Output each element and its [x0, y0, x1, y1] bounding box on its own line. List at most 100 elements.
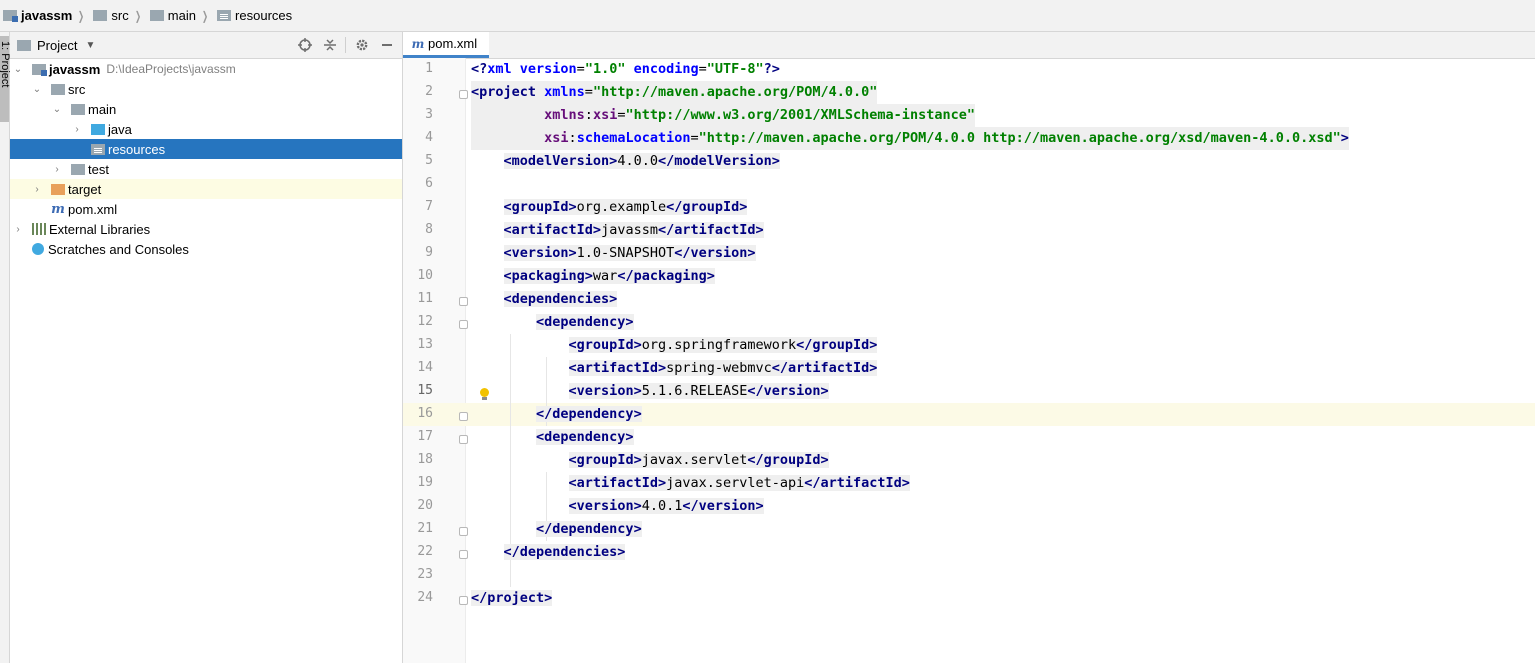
scratches-icon	[32, 243, 44, 255]
chevron-right-icon: ❯	[78, 8, 85, 23]
line-number: 24	[417, 590, 433, 605]
code-line-18: <groupId>javax.servlet</groupId>	[568, 452, 829, 468]
tree-item-javassm[interactable]: ⌄ javassm D:\IdeaProjects\javassm	[10, 59, 402, 79]
maven-file-icon: m	[411, 36, 425, 51]
line-number: 23	[417, 567, 433, 582]
tree-item-java[interactable]: › java	[10, 119, 402, 139]
locate-icon[interactable]	[296, 36, 314, 54]
line-number: 8	[425, 222, 433, 237]
folder-icon	[93, 10, 108, 21]
line-number: 20	[417, 498, 433, 513]
line-number: 10	[417, 268, 433, 283]
gear-icon[interactable]	[353, 36, 371, 54]
breadcrumb-src[interactable]: src	[90, 8, 129, 23]
tree-item-external-libraries[interactable]: › External Libraries	[10, 219, 402, 239]
line-number: 5	[425, 153, 433, 168]
tree-item-scratches[interactable]: Scratches and Consoles	[10, 239, 402, 259]
line-number: 12	[417, 314, 433, 329]
chevron-down-icon[interactable]: ⌄	[32, 84, 42, 95]
code-line-1: <?xml version="1.0" encoding="UTF-8"?>	[471, 61, 780, 77]
code-line-7: <groupId>org.example</groupId>	[503, 199, 748, 215]
fold-marker-icon[interactable]	[459, 596, 468, 605]
tree-item-pom-xml[interactable]: m pom.xml	[10, 199, 402, 219]
fold-marker-icon[interactable]	[459, 435, 468, 444]
code-line-22: </dependencies>	[503, 544, 626, 560]
chevron-right-icon[interactable]: ›	[13, 224, 23, 235]
collapse-all-icon[interactable]	[321, 36, 339, 54]
project-view-selector[interactable]: Project	[37, 38, 77, 53]
code-line-21: </dependency>	[536, 521, 642, 537]
code-line-9: <version>1.0-SNAPSHOT</version>	[503, 245, 756, 261]
chevron-right-icon[interactable]: ›	[32, 184, 42, 195]
code-line-16: </dependency>	[536, 406, 642, 422]
chevron-right-icon: ❯	[201, 8, 209, 23]
chevron-right-icon: ❯	[134, 8, 141, 23]
fold-marker-icon[interactable]	[459, 550, 468, 559]
module-folder-icon	[32, 63, 47, 76]
code-line-19: <artifactId>javax.servlet-api</artifactI…	[568, 475, 910, 491]
editor-tab-pom-xml[interactable]: m pom.xml	[403, 32, 490, 58]
line-number: 3	[425, 107, 433, 122]
chevron-down-icon[interactable]: ⌄	[13, 64, 23, 75]
folder-icon	[71, 103, 85, 115]
line-number: 6	[425, 176, 433, 191]
editor-area: m pom.xml 1 2 3 4 5 6 7 8 9 10 11 12 13 …	[403, 32, 1535, 663]
line-number: 7	[425, 199, 433, 214]
project-panel-header: Project ▼	[10, 32, 402, 59]
code-line-2: <project xmlns="http://maven.apache.org/…	[471, 81, 878, 104]
chevron-down-icon[interactable]: ⌄	[52, 104, 62, 115]
line-number: 11	[417, 291, 433, 306]
source-folder-icon	[91, 123, 105, 135]
project-icon	[17, 39, 31, 51]
chevron-right-icon[interactable]: ›	[72, 124, 82, 135]
tree-item-src[interactable]: ⌄ src	[10, 79, 402, 99]
line-number: 17	[417, 429, 433, 444]
tree-item-target[interactable]: › target	[10, 179, 402, 199]
resources-folder-icon	[91, 143, 105, 155]
editor-tab-bar: m pom.xml	[403, 32, 1535, 59]
code-line-12: <dependency>	[536, 314, 634, 330]
folder-icon	[149, 10, 164, 21]
line-number: 21	[417, 521, 433, 536]
tree-item-main[interactable]: ⌄ main	[10, 99, 402, 119]
tree-item-test[interactable]: › test	[10, 159, 402, 179]
fold-marker-icon[interactable]	[459, 90, 468, 99]
code-line-8: <artifactId>javassm</artifactId>	[503, 222, 764, 238]
line-number: 19	[417, 475, 433, 490]
code-line-17: <dependency>	[536, 429, 634, 445]
excluded-folder-icon	[51, 183, 65, 195]
folder-icon	[51, 83, 65, 95]
line-number: 22	[417, 544, 433, 559]
module-folder-icon	[3, 10, 18, 22]
code-line-4: xsi:schemaLocation="http://maven.apache.…	[471, 127, 1349, 150]
code-line-5: <modelVersion>4.0.0</modelVersion>	[503, 153, 780, 169]
library-icon	[32, 223, 46, 235]
resources-folder-icon	[217, 10, 232, 21]
line-number: 2	[425, 84, 433, 99]
project-panel: Project ▼ ⌄ javassm D:\IdeaProjects\java…	[10, 32, 403, 663]
navigation-bar: javassm ❯ src ❯ main ❯ resources	[0, 0, 1535, 32]
code-line-14: <artifactId>spring-webmvc</artifactId>	[568, 360, 878, 376]
project-tool-window-tab[interactable]: 1: Project	[0, 36, 11, 122]
line-number: 15	[417, 383, 433, 398]
toolbar-separator	[345, 37, 346, 53]
line-number: 1	[425, 61, 433, 76]
tree-item-resources[interactable]: resources	[10, 139, 402, 159]
breadcrumb-main[interactable]: main	[147, 8, 196, 23]
fold-marker-icon[interactable]	[459, 297, 468, 306]
fold-marker-icon[interactable]	[459, 412, 468, 421]
fold-marker-icon[interactable]	[459, 527, 468, 536]
line-number: 13	[417, 337, 433, 352]
code-line-11: <dependencies>	[503, 291, 618, 307]
folder-icon	[71, 163, 85, 175]
hide-panel-icon[interactable]	[378, 36, 396, 54]
code-line-3: xmlns:xsi="http://www.w3.org/2001/XMLSch…	[471, 104, 975, 127]
dropdown-arrow-icon[interactable]: ▼	[85, 40, 95, 51]
line-number: 18	[417, 452, 433, 467]
project-tree: ⌄ javassm D:\IdeaProjects\javassm ⌄ src …	[10, 59, 402, 259]
fold-marker-icon[interactable]	[459, 320, 468, 329]
chevron-right-icon[interactable]: ›	[52, 164, 62, 175]
breadcrumb-resources[interactable]: resources	[214, 8, 292, 23]
line-number: 4	[425, 130, 433, 145]
breadcrumb-javassm[interactable]: javassm	[0, 8, 72, 23]
